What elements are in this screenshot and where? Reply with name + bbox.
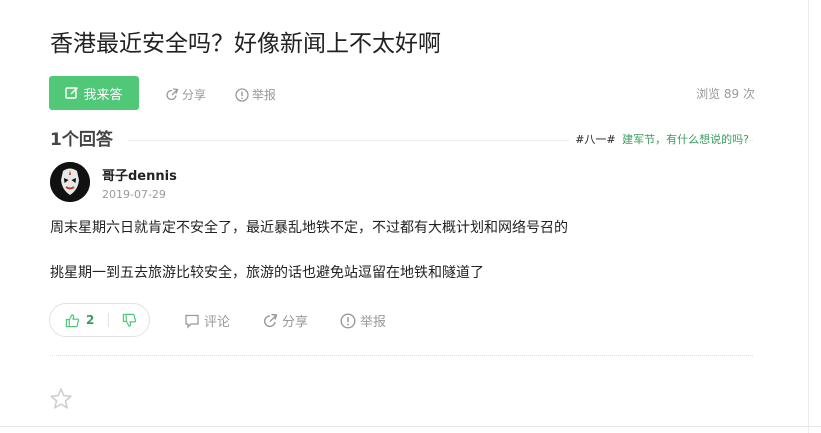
report-icon: [340, 312, 356, 329]
answer-divider: [50, 355, 753, 356]
comment-label: 评论: [204, 315, 231, 330]
thumb-up-icon: [65, 313, 80, 327]
share-icon: [264, 313, 278, 327]
answer-paragraph: 挑星期一到五去旅游比较安全，旅游的话也避免站逗留在地铁和隧道了: [50, 265, 484, 281]
answer-paragraph: 周末星期六日就肯定不安全了，最近暴乱地铁不定，不过都有大概计划和网络号召的: [50, 220, 568, 236]
avatar-image: [50, 162, 90, 202]
question-report-button[interactable]: 举报: [235, 86, 276, 103]
question-share-label: 分享: [182, 88, 207, 102]
thumb-down-icon: [122, 313, 136, 327]
question-report-label: 举报: [252, 88, 277, 102]
answer-button-label: 我来答: [83, 87, 123, 103]
report-icon: [235, 87, 249, 102]
answer-button[interactable]: 我来答: [49, 76, 139, 110]
answer-report-button[interactable]: 举报: [340, 311, 386, 330]
edit-icon: [65, 86, 79, 99]
avatar[interactable]: [50, 162, 90, 202]
upvote-count: 2: [86, 313, 95, 327]
question-share-button[interactable]: 分享: [165, 86, 206, 103]
promo-tag: #八一#: [575, 133, 616, 146]
promo-banner[interactable]: #八一# 建军节，有什么想说的吗?: [569, 131, 749, 149]
answer-report-label: 举报: [360, 315, 387, 330]
author-name[interactable]: 哥子dennis: [102, 165, 177, 184]
answers-header: 1个回答 #八一# 建军节，有什么想说的吗?: [50, 128, 753, 152]
promo-link[interactable]: 建军节，有什么想说的吗?: [622, 133, 749, 146]
question-title: 香港最近安全吗？好像新闻上不太好啊: [50, 31, 441, 57]
downvote-button[interactable]: [109, 304, 149, 336]
sidebar-divider: [808, 0, 809, 433]
answer-date: 2019-07-29: [102, 188, 166, 201]
upvote-button[interactable]: 2: [50, 304, 108, 336]
comment-button[interactable]: 评论: [184, 311, 230, 330]
answer-count-title: 1个回答: [50, 128, 121, 152]
question-page: 香港最近安全吗？好像新闻上不太好啊 我来答 分享 举报 浏览 89 次 1个回答…: [0, 0, 821, 433]
star-icon[interactable]: [49, 387, 73, 411]
answer-share-label: 分享: [282, 315, 309, 330]
comment-icon: [185, 314, 199, 329]
share-icon: [166, 87, 179, 100]
view-count: 浏览 89 次: [696, 87, 755, 101]
bottom-divider: [0, 426, 821, 427]
vote-control: 2: [49, 303, 150, 337]
answer-share-button[interactable]: 分享: [262, 311, 308, 330]
